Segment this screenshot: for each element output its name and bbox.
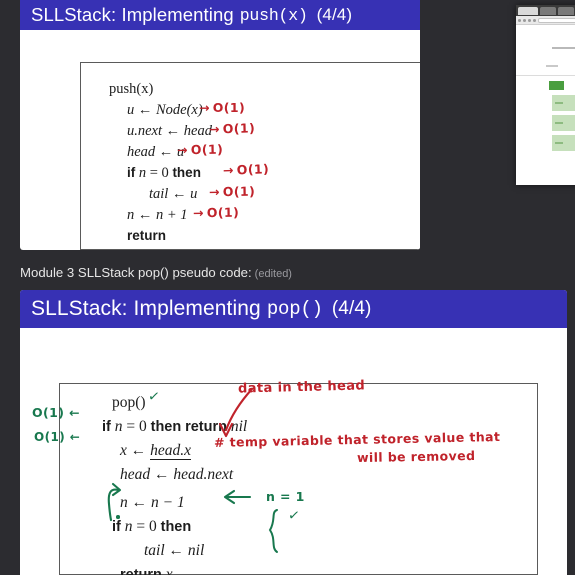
slide-pop-header: SLLStack: Implementing pop() (4/4) <box>20 290 567 328</box>
thumbnail-heading-line <box>552 47 575 49</box>
push-annotation-2: → O(1) <box>176 141 224 158</box>
pop-annotation-complexity-2: O(1) ← <box>34 430 81 444</box>
pop-annotation-check-1: ✓ <box>146 388 162 406</box>
push-line-6: n ← n + 1 <box>127 207 188 223</box>
thumbnail-titlebar[interactable] <box>516 5 575 16</box>
thumbnail-section-header <box>549 81 564 90</box>
forward-icon[interactable] <box>523 18 526 22</box>
push-line-5: tail ← u <box>149 186 198 202</box>
pop-brace-icon <box>265 508 285 554</box>
pop-line-0: pop() <box>112 394 146 411</box>
pop-annotation-complexity-1: O(1) ← <box>32 405 80 420</box>
thumbnail-card-1[interactable] <box>552 95 575 111</box>
thumbnail-card-3-line <box>555 142 563 144</box>
pop-annotation-check-2: ✓ <box>286 507 302 525</box>
thumbnail-subheading-line <box>546 65 558 67</box>
home-icon[interactable] <box>533 18 536 22</box>
back-icon[interactable] <box>518 18 521 22</box>
push-line-0: push(x) <box>109 81 154 97</box>
slide-push-header: SLLStack: Implementing push(x) (4/4) <box>20 0 420 30</box>
slide-pop-signature: pop() <box>266 298 323 320</box>
pop-pointer-arrow-icon <box>216 386 256 442</box>
caption-edited-badge: (edited) <box>254 268 292 280</box>
pop-hook-arrow-icon <box>104 482 126 522</box>
pop-line-4: n ← n − 1 <box>120 494 185 511</box>
pop-line-7: return x <box>120 566 173 575</box>
reload-icon[interactable] <box>528 18 531 22</box>
push-line-1: u ← Node(x) <box>127 102 203 118</box>
thumbnail-card-2[interactable] <box>552 115 575 131</box>
slide-push-fraction: (4/4) <box>316 5 353 24</box>
thumbnail-page-body <box>516 25 575 185</box>
pop-line-6: tail ← nil <box>144 542 205 559</box>
push-annotation-5: → O(1) <box>192 204 240 221</box>
thumbnail-tab-2[interactable] <box>540 6 556 15</box>
push-annotation-3: → O(1) <box>222 161 270 178</box>
push-line-7: return <box>127 228 167 243</box>
push-annotation-4: → O(1) <box>208 183 256 200</box>
caption-text: Module 3 SLLStack pop() pseudo code: <box>20 265 252 280</box>
thumbnail-card-3[interactable] <box>552 135 575 151</box>
slide-push-title: SLLStack: Implementing <box>31 4 234 25</box>
thumbnail-card-1-line <box>555 102 563 104</box>
pop-line-2: x ← head.x <box>120 442 192 460</box>
thumbnail-divider <box>516 75 575 76</box>
push-annotation-0: → O(1) <box>199 100 246 115</box>
pop-annotation-n-equals-1: n = 1 <box>266 489 305 504</box>
thumbnail-tab-3[interactable] <box>558 6 574 15</box>
slide-pop-title: SLLStack: Implementing <box>31 297 261 320</box>
slide-push[interactable]: SLLStack: Implementing push(x) (4/4) pus… <box>20 0 420 250</box>
browser-window-thumbnail[interactable] <box>516 5 575 185</box>
caption: Module 3 SLLStack pop() pseudo code: (edi… <box>20 265 292 280</box>
pop-bullet-dot <box>116 515 120 519</box>
thumbnail-toolbar[interactable] <box>516 16 575 25</box>
pop-code-box: pop() if n = 0 then return nil x ← head.… <box>59 383 538 575</box>
address-bar[interactable] <box>538 17 575 23</box>
push-line-2: u.next ← head <box>127 123 212 139</box>
pop-line-3: head ← head.next <box>120 466 234 483</box>
slide-pop[interactable]: SLLStack: Implementing pop() (4/4) pop()… <box>20 290 567 575</box>
push-line-3: head ← u <box>127 144 185 160</box>
thumbnail-tab-1[interactable] <box>518 6 538 15</box>
slide-push-signature: push(x) <box>239 5 308 25</box>
pop-annotation-will-be-removed: will be removed <box>356 447 476 466</box>
pop-arrow-left-icon <box>222 489 252 505</box>
push-line-4: if n = 0 then <box>127 165 201 181</box>
screen-root: SLLStack: Implementing push(x) (4/4) pus… <box>0 0 575 575</box>
slide-pop-fraction: (4/4) <box>331 298 372 319</box>
thumbnail-card-2-line <box>555 122 563 124</box>
push-code-box: push(x) u ← Node(x) u.next ← head head ←… <box>80 62 420 250</box>
push-annotation-1: → O(1) <box>208 120 256 137</box>
